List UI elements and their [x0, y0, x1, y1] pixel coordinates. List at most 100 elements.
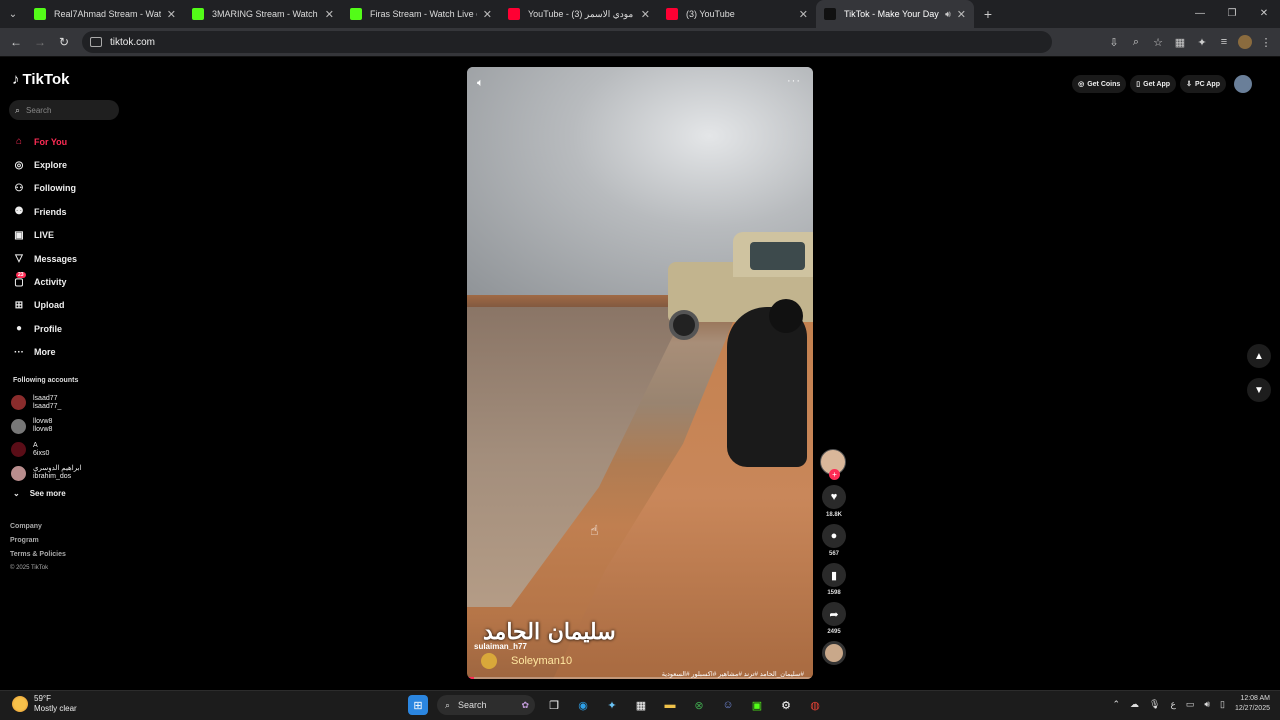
clock[interactable]: 12:08 AM 12/27/2025 [1235, 694, 1270, 714]
browser-tab[interactable]: 3MARING Stream - Watch Live ✕ [184, 0, 342, 28]
tab-close-icon[interactable]: ✕ [957, 8, 966, 21]
sidebar-item-following[interactable]: ⚇ Following [12, 177, 132, 200]
new-tab-button[interactable]: + [974, 6, 1002, 22]
video-player[interactable]: 🔈︎ ··· سليمان الحامد sulaiman_h77 Soleym… [467, 67, 813, 679]
extensions-icon[interactable]: ✦ [1194, 36, 1210, 49]
comment-button[interactable]: ● 567 [820, 524, 848, 557]
media-control-icon[interactable]: ≡ [1216, 36, 1232, 48]
sidebar-item-live[interactable]: ▣ LIVE [12, 224, 132, 247]
store-icon[interactable]: ▦ [631, 695, 651, 715]
share-button[interactable]: ➦ 2495 [820, 602, 848, 635]
minimize-icon[interactable]: — [1184, 0, 1216, 28]
footer-link-company[interactable]: Company [10, 523, 66, 537]
like-button[interactable]: ♥ 18.8K [820, 485, 848, 518]
tab-search-icon[interactable]: ⌄ [0, 0, 26, 28]
sidebar-item-upload[interactable]: ⊞ Upload [12, 294, 132, 317]
account-name: lsaad77 [33, 394, 58, 402]
footer-link-program[interactable]: Program [10, 537, 66, 551]
follow-plus-icon[interactable]: + [829, 469, 840, 480]
task-view-icon[interactable]: ❐ [544, 695, 564, 715]
volume-icon[interactable]: 🔊︎ [1204, 699, 1210, 710]
sidebar-item-for-you[interactable]: ⌂ For You [12, 130, 132, 153]
xbox-icon[interactable]: ⊗ [689, 695, 709, 715]
search-input[interactable]: ⌕ Search [9, 100, 119, 120]
sidebar-item-messages[interactable]: ▽ Messages [12, 247, 132, 270]
profile-avatar[interactable] [1238, 35, 1252, 49]
video-more-icon[interactable]: ··· [787, 75, 801, 87]
video-progress-bar[interactable] [467, 677, 813, 679]
pc-app-label: PC App [1194, 80, 1220, 88]
browser-tab[interactable]: Firas Stream - Watch Live on Ki ✕ [342, 0, 500, 28]
following-account[interactable]: lsaad77 lsaad77_ [11, 391, 121, 415]
chrome-icon[interactable]: ◍ [805, 695, 825, 715]
bookmark-star-icon[interactable]: ☆ [1150, 36, 1166, 49]
tab-close-icon[interactable]: ✕ [483, 8, 492, 21]
site-info-icon[interactable] [90, 37, 102, 47]
footer-link-terms[interactable]: Terms & Policies [10, 551, 66, 565]
home-icon: ⌂ [15, 136, 23, 148]
tab-close-icon[interactable]: ✕ [799, 8, 808, 21]
copilot-icon[interactable]: ✦ [602, 695, 622, 715]
reload-icon[interactable]: ↻ [52, 35, 76, 49]
sidebar-item-more[interactable]: ··· More [12, 341, 132, 364]
sound-disc-icon[interactable] [822, 641, 846, 665]
battery-icon[interactable]: ▯ [1220, 699, 1225, 710]
taskbar-search[interactable]: ⌕ Search ✿ [437, 695, 535, 715]
restore-icon[interactable]: ❐ [1216, 0, 1248, 28]
like-count: 18.8K [825, 512, 842, 518]
sidebar-item-profile[interactable]: ● Profile [12, 317, 132, 340]
get-coins-button[interactable]: ◎ Get Coins [1072, 75, 1127, 93]
following-account[interactable]: llovw8 llovw8 [11, 415, 121, 439]
volume-icon[interactable]: 🔈︎ [477, 77, 484, 90]
tab-audio-icon[interactable]: 🔊︎ [945, 9, 951, 20]
edge-icon[interactable]: ◉ [573, 695, 593, 715]
window-controls: — ❐ ✕ [1184, 0, 1280, 28]
tab-close-icon[interactable]: ✕ [167, 8, 176, 21]
tray-overflow-icon[interactable]: ⌃ [1112, 699, 1120, 710]
zoom-icon[interactable]: ⌕ [1128, 36, 1144, 49]
forward-icon[interactable]: → [28, 35, 52, 49]
save-button[interactable]: ▮ 1598 [820, 563, 848, 596]
see-more-button[interactable]: ⌄ See more [13, 489, 66, 498]
sidebar-item-activity[interactable]: ▢ 23 Activity [12, 270, 132, 293]
tab-close-icon[interactable]: ✕ [641, 8, 650, 21]
next-video-button[interactable]: ▼ [1247, 378, 1271, 402]
creator-avatar[interactable]: + [820, 449, 846, 480]
get-app-button[interactable]: ▯ Get App [1130, 75, 1177, 93]
sidebar-item-friends[interactable]: ⚉ Friends [12, 200, 132, 223]
url-input[interactable]: tiktok.com [82, 31, 1052, 53]
sidebar-item-explore[interactable]: ◎ Explore [12, 153, 132, 176]
onedrive-icon[interactable]: ☁ [1130, 699, 1139, 710]
discord-icon[interactable]: ☺ [718, 695, 738, 715]
account-handle: lsaad77_ [33, 402, 62, 410]
extension-badge-icon[interactable]: ▦ [1172, 36, 1188, 49]
browser-tab[interactable]: (3) YouTube ✕ [658, 0, 816, 28]
address-bar: ← → ↻ tiktok.com ⇩ ⌕ ☆ ▦ ✦ ≡ ⋮ [0, 28, 1280, 57]
settings-gear-icon[interactable]: ⚙ [776, 695, 796, 715]
previous-video-button[interactable]: ▲ [1247, 344, 1271, 368]
file-explorer-icon[interactable]: ▬ [660, 695, 680, 715]
microphone-icon[interactable]: 🎙︎ [1149, 699, 1160, 710]
install-icon[interactable]: ⇩ [1106, 36, 1122, 49]
network-icon[interactable]: ▭ [1186, 699, 1195, 710]
weather-widget[interactable]: 59°F Mostly clear [12, 694, 77, 714]
back-icon[interactable]: ← [4, 35, 28, 49]
browser-tab[interactable]: TikTok - Make Your Day 🔊︎ ✕ [816, 0, 974, 28]
following-account[interactable]: A 6ixs0 [11, 438, 121, 462]
close-window-icon[interactable]: ✕ [1248, 0, 1280, 28]
browser-tab[interactable]: YouTube - (3) مودي الاسمر ✕ [500, 0, 658, 28]
kick-app-icon[interactable]: ▣ [747, 695, 767, 715]
tab-title: YouTube - (3) مودي الاسمر [528, 8, 634, 19]
tab-close-icon[interactable]: ✕ [325, 8, 334, 21]
language-indicator[interactable]: ع [1170, 699, 1175, 710]
account-handle: llovw8 [33, 426, 53, 434]
video-author[interactable]: sulaiman_h77 [474, 642, 527, 651]
following-account[interactable]: ابراهيم الدوسري ibrahim_dos [11, 462, 121, 486]
browser-menu-icon[interactable]: ⋮ [1258, 36, 1274, 49]
browser-tab[interactable]: Real7Ahmad Stream - Watch Li ✕ [26, 0, 184, 28]
start-windows-icon[interactable]: ⊞ [408, 695, 428, 715]
url-text: tiktok.com [110, 36, 156, 48]
tiktok-logo[interactable]: ♪ TikTok [12, 71, 69, 88]
pc-app-button[interactable]: ⇩ PC App [1180, 75, 1226, 93]
user-avatar[interactable] [1234, 75, 1252, 93]
